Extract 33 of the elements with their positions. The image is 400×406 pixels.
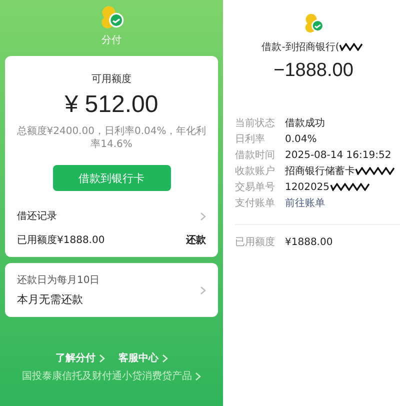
detail-label: 交易单号 [235,180,276,194]
detail-value: 0.04% [285,134,317,144]
used-amount: 已用额度¥1888.00 [17,234,105,247]
detail-label: 收款账户 [235,164,276,178]
transaction-amount: −1888.00 [274,60,354,82]
chevron-icon [195,372,201,380]
chevron-icon [200,212,206,220]
detail-label: 借款时间 [235,148,276,162]
detail-value: 1202025 [285,182,330,192]
records-link[interactable]: 借还记录 [17,209,57,223]
detail-label: 当前状态 [235,116,276,130]
transaction-title: 借款-到招商银行( [262,40,340,54]
credit-terms: 总额度¥2400.00，日利率0.04%，年化利率14.6% [16,125,208,151]
chevron-icon [200,286,206,294]
repay-panel[interactable]: 还款日为每月10日 本月无需还款 [5,263,218,317]
chevron-icon [98,354,104,362]
app-title: 分付 [102,34,122,47]
detail-label: 日利率 [235,132,266,146]
available-amount: ¥ 512.00 [64,91,158,119]
detail-value: 招商银行储蓄卡 [285,164,355,178]
detail-label: 支付账单 [235,196,276,210]
detail-value: 2025-08-14 16:19:52 [285,150,392,160]
repay-date-note: 还款日为每月10日 [17,274,100,287]
chevron-icon [162,354,168,362]
app-logo-icon [98,4,124,30]
repay-link[interactable]: 还款 [186,233,206,247]
available-label: 可用额度 [92,72,132,86]
bill-link[interactable]: 前往账单 [285,196,325,210]
repay-status: 本月无需还款 [17,292,84,307]
detail-label: 已用额度 [235,236,276,249]
detail-value: ¥1888.00 [285,236,333,248]
app-logo-icon [302,12,324,34]
detail-value: 借款成功 [285,116,325,130]
